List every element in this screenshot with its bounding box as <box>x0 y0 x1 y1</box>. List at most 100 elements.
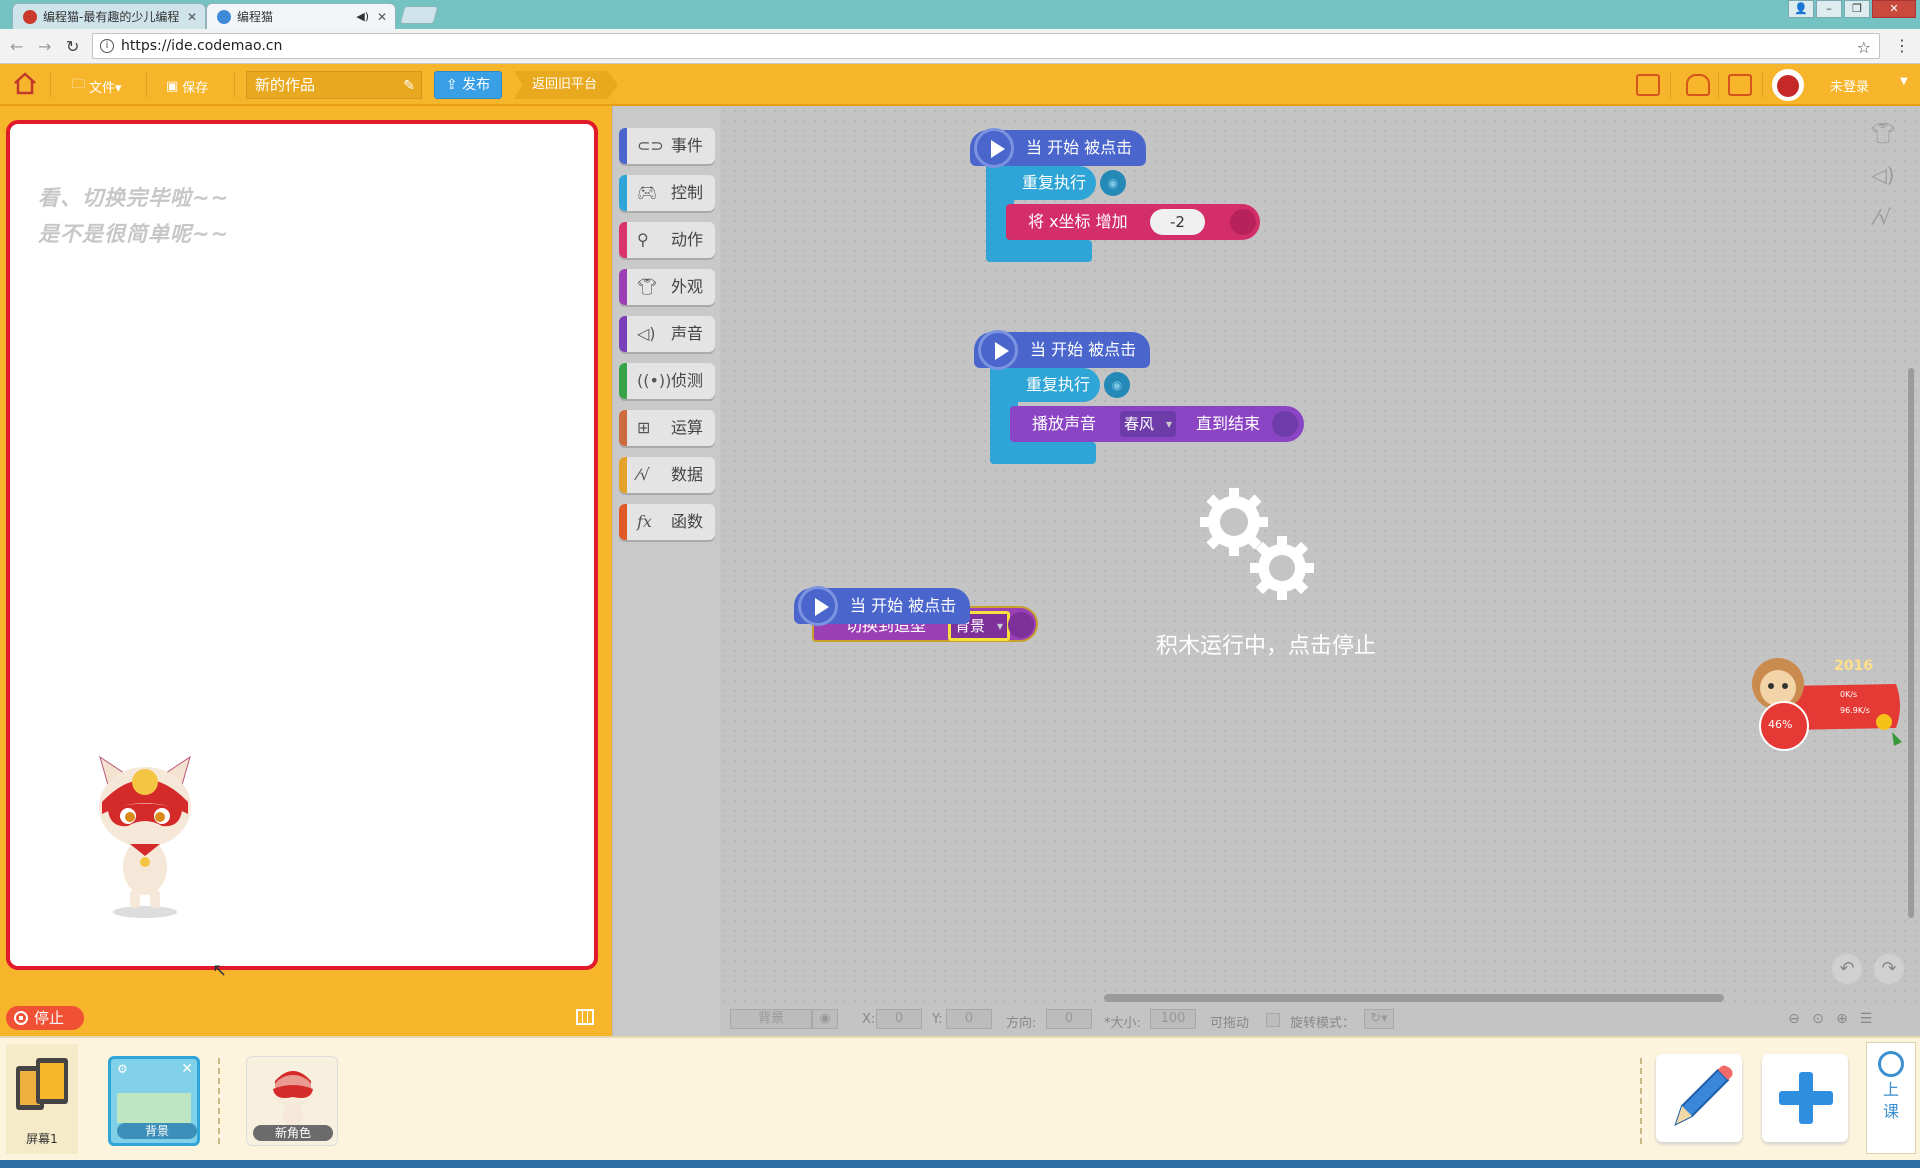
browser-tab-bar: 编程猫-最有趣的少儿编程 ✕ 编程猫 ◀) ✕ 👤 – ❐ ✕ <box>0 0 1920 29</box>
when-start-clicked-hat-block[interactable]: 当 开始 被点击 <box>974 330 1150 370</box>
reload-icon[interactable]: ↻ <box>66 37 79 56</box>
minimize-button[interactable]: – <box>1816 0 1842 18</box>
add-sprite-button[interactable] <box>1762 1054 1848 1142</box>
bookmark-star-icon[interactable]: ☆ <box>1857 36 1871 60</box>
change-x-block[interactable]: 将 x坐标 增加 -2 <box>1006 204 1260 240</box>
running-status-text[interactable]: 积木运行中，点击停止 <box>1146 628 1386 660</box>
zoom-out-icon[interactable]: ⊖ <box>1784 1009 1804 1029</box>
browser-tab-1[interactable]: 编程猫-最有趣的少儿编程 ✕ <box>12 3 206 29</box>
browser-tab-2[interactable]: 编程猫 ◀) ✕ <box>206 3 396 29</box>
speaker-icon <box>1272 411 1298 437</box>
loop-block-footer <box>990 442 1096 464</box>
browser-menu-icon[interactable]: ⋮ <box>1894 36 1910 55</box>
sprite-label: 背景 <box>117 1123 197 1139</box>
close-window-button[interactable]: ✕ <box>1872 0 1916 18</box>
rotation-mode-select[interactable]: ↻▾ <box>1364 1009 1394 1029</box>
category-motion[interactable]: ⚲ 动作 <box>619 222 715 258</box>
audio-playing-icon[interactable]: ◀) <box>356 10 369 23</box>
sound-speaker-icon[interactable]: ◁) <box>1870 162 1896 188</box>
draggable-checkbox[interactable] <box>1266 1013 1280 1027</box>
category-data[interactable]: ⁄√ 数据 <box>619 457 715 493</box>
avatar[interactable] <box>1772 69 1804 101</box>
login-label[interactable]: 未登录 <box>1830 76 1869 95</box>
stage-canvas[interactable]: 看、切换完毕啦~~ 是不是很简单呢~~ ↖ <box>6 120 598 981</box>
visibility-eye-icon[interactable]: ◉ <box>812 1009 838 1029</box>
redo-button[interactable]: ↷ <box>1874 954 1904 984</box>
new-tab-button[interactable] <box>399 6 439 24</box>
category-functions[interactable]: fx 函数 <box>619 504 715 540</box>
draggable-label: 可拖动 <box>1210 1016 1250 1031</box>
undo-button[interactable]: ↶ <box>1832 954 1862 984</box>
forward-arrow-icon[interactable]: → <box>38 37 51 56</box>
address-bar: ← → ↻ i https://ide.codemao.cn ☆ ⋮ <box>0 29 1920 64</box>
network-speed-widget[interactable]: 2016 46% 0K/s 96.9K/s <box>1746 646 1906 760</box>
vertical-scrollbar[interactable] <box>1908 368 1914 918</box>
toolbar-divider <box>234 72 235 98</box>
costume-shirt-icon[interactable]: 👕︎ <box>1870 120 1896 146</box>
toolbar-divider <box>50 72 51 98</box>
back-arrow-icon[interactable]: ← <box>10 37 23 56</box>
edit-pencil-icon[interactable]: ✎ <box>403 73 415 99</box>
code-workspace[interactable]: 当 开始 被点击 重复执行 ◉ 将 x坐标 增加 -2 当 开始 被点击 重复执… <box>720 106 1920 1036</box>
close-icon[interactable]: ✕ <box>377 10 387 24</box>
when-start-clicked-hat-block[interactable]: 当 开始 被点击 <box>970 128 1146 168</box>
stop-button[interactable]: 停止 <box>6 1006 84 1030</box>
info-icon[interactable]: i <box>100 39 114 53</box>
category-events[interactable]: ⊂⊃ 事件 <box>619 128 715 164</box>
widget-upload: 0K/s <box>1840 690 1858 699</box>
maximize-button[interactable]: ❐ <box>1844 0 1870 18</box>
grid-toggle-icon[interactable] <box>576 1009 594 1025</box>
category-sound[interactable]: ◁) 声音 <box>619 316 715 352</box>
function-icon: fx <box>637 512 652 531</box>
play-sound-until-done-block[interactable]: 播放声音 春风 直到结束 <box>1010 406 1304 442</box>
when-start-clicked-hat-block[interactable]: 当 开始 被点击 <box>794 586 970 626</box>
paint-new-sprite-button[interactable] <box>1656 1054 1742 1142</box>
sprite-card-new-character[interactable]: 新角色 <box>246 1056 338 1146</box>
close-icon[interactable]: ✕ <box>181 1061 193 1077</box>
y-position-input[interactable]: 0 <box>946 1009 992 1029</box>
horizontal-scrollbar[interactable] <box>1104 994 1724 1002</box>
gamepad-icon: ◉ <box>1104 372 1130 398</box>
sprite-card-background[interactable]: ⚙ ✕ 背景 <box>108 1056 200 1146</box>
variable-chart-icon[interactable]: ⁄√ <box>1870 204 1896 230</box>
zoom-in-icon[interactable]: ⊕ <box>1832 1009 1852 1029</box>
folder-open-icon[interactable] <box>1728 74 1752 96</box>
backpack-icon[interactable] <box>1686 74 1710 96</box>
gear-icon[interactable]: ⚙ <box>117 1062 128 1076</box>
list-menu-icon[interactable]: ☰ <box>1856 1009 1876 1029</box>
sound-select[interactable]: 春风 <box>1120 411 1177 437</box>
category-looks[interactable]: 👕︎ 外观 <box>619 269 715 305</box>
repeat-forever-label: 重复执行 <box>1022 173 1087 192</box>
x-position-input[interactable]: 0 <box>876 1009 922 1029</box>
sprite-panel: 屏幕1 ⚙ ✕ 背景 新角色 上课 <box>0 1036 1920 1160</box>
os-taskbar <box>0 1160 1920 1168</box>
screen-selector[interactable]: 屏幕1 <box>6 1044 78 1154</box>
sprite-name-input[interactable]: 背景 <box>730 1009 812 1029</box>
project-name-input[interactable]: 新的作品 ✎ <box>246 71 422 99</box>
class-label: 上课 <box>1883 1080 1900 1121</box>
runner-icon: ⚲ <box>637 230 649 249</box>
change-x-label: 将 x坐标 增加 <box>1028 212 1128 231</box>
user-icon[interactable]: 👤 <box>1788 0 1814 18</box>
category-sensing[interactable]: ((•)) 侦测 <box>619 363 715 399</box>
cat-sprite[interactable] <box>90 752 200 926</box>
until-done-label: 直到结束 <box>1196 414 1261 433</box>
save-button[interactable]: ▣ 保存 <box>166 75 208 97</box>
back-to-old-platform-button[interactable]: 返回旧平台 <box>514 71 618 99</box>
tutorial-book-icon[interactable] <box>1636 74 1660 96</box>
file-menu-button[interactable]: 🗀 文件▾ <box>72 75 122 97</box>
zoom-reset-icon[interactable]: ⊙ <box>1808 1009 1828 1029</box>
publish-button[interactable]: ⇪ 发布 <box>434 71 502 99</box>
category-label: 数据 <box>671 465 704 484</box>
chevron-down-icon[interactable]: ▼ <box>1900 76 1908 87</box>
class-button[interactable]: 上课 <box>1866 1042 1916 1154</box>
x-label: X: <box>862 1012 876 1027</box>
x-change-value-input[interactable]: -2 <box>1150 209 1205 235</box>
close-icon[interactable]: ✕ <box>187 10 197 24</box>
category-operators[interactable]: ⊞ 运算 <box>619 410 715 446</box>
home-icon[interactable] <box>12 72 38 95</box>
category-control[interactable]: 🎮︎ 控制 <box>619 175 715 211</box>
direction-input[interactable]: 0 <box>1046 1009 1092 1029</box>
url-input[interactable]: i https://ide.codemao.cn ☆ <box>92 33 1880 59</box>
size-input[interactable]: 100 <box>1150 1009 1196 1029</box>
